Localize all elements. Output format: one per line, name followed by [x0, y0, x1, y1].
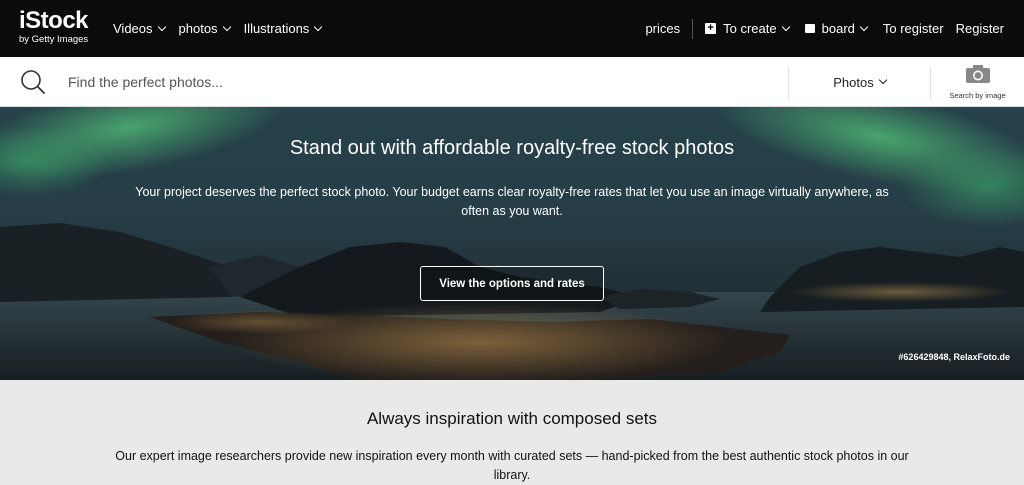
hero-banner: Stand out with affordable royalty-free s… [0, 107, 1024, 380]
nav-prices[interactable]: prices [645, 21, 680, 36]
top-nav: iStock by Getty Images Videos photos Ill… [0, 0, 1024, 57]
nav-videos[interactable]: Videos [113, 21, 166, 36]
nav-create[interactable]: + To create [705, 21, 790, 36]
chevron-down-icon [878, 75, 887, 85]
nav-photos-label: photos [178, 21, 218, 36]
hero-description: Your project deserves the perfect stock … [135, 185, 889, 218]
section-description: Our expert image researchers provide new… [115, 449, 909, 482]
nav-signin-label: Register [955, 21, 1004, 36]
camera-icon [965, 64, 991, 89]
nav-divider [692, 18, 694, 39]
nav-right: prices + To create board To register Reg… [645, 0, 1004, 57]
nav-register[interactable]: To register [883, 21, 944, 36]
plus-icon: + [705, 23, 717, 34]
board-icon [804, 24, 815, 33]
nav-create-label: To create [723, 21, 777, 36]
nav-illustrations-label: Illustrations [243, 21, 310, 36]
chevron-down-icon [222, 22, 231, 31]
inspiration-section: Always inspiration with composed sets Ou… [0, 380, 1024, 482]
image-credit: #626429848, RelaxFoto.de [898, 352, 1010, 362]
istock-logo[interactable]: iStock by Getty Images [19, 9, 99, 49]
search-icon[interactable] [20, 69, 46, 95]
chevron-down-icon [314, 22, 323, 31]
nav-illustrations[interactable]: Illustrations [243, 21, 323, 36]
view-options-button[interactable]: View the options and rates [420, 266, 604, 301]
media-type-select[interactable]: Photos [789, 57, 930, 107]
chevron-down-icon [157, 22, 166, 31]
nav-register-label: To register [882, 21, 944, 36]
chevron-down-icon [781, 22, 790, 31]
nav-left: Videos photos Illustrations [113, 0, 323, 57]
section-title: Always inspiration with composed sets [366, 409, 658, 428]
nav-board[interactable]: board [804, 21, 869, 36]
hero-title: Stand out with affordable royalty-free s… [289, 137, 735, 159]
logo-text: iStock [19, 7, 89, 34]
nav-prices-label: prices [645, 21, 681, 36]
media-type-label: Photos [833, 74, 874, 90]
search-bar: Photos Search by image [0, 57, 1024, 107]
logo-subtext: by Getty Images [19, 34, 89, 45]
nav-signin[interactable]: Register [956, 21, 1004, 36]
search-input[interactable] [68, 69, 768, 95]
search-by-image-button[interactable]: Search by image [931, 57, 1024, 107]
nav-photos[interactable]: photos [178, 21, 231, 36]
nav-videos-label: Videos [113, 21, 153, 36]
nav-board-label: board [821, 21, 855, 36]
search-by-image-label: Search by image [949, 91, 1006, 100]
chevron-down-icon [859, 22, 869, 31]
